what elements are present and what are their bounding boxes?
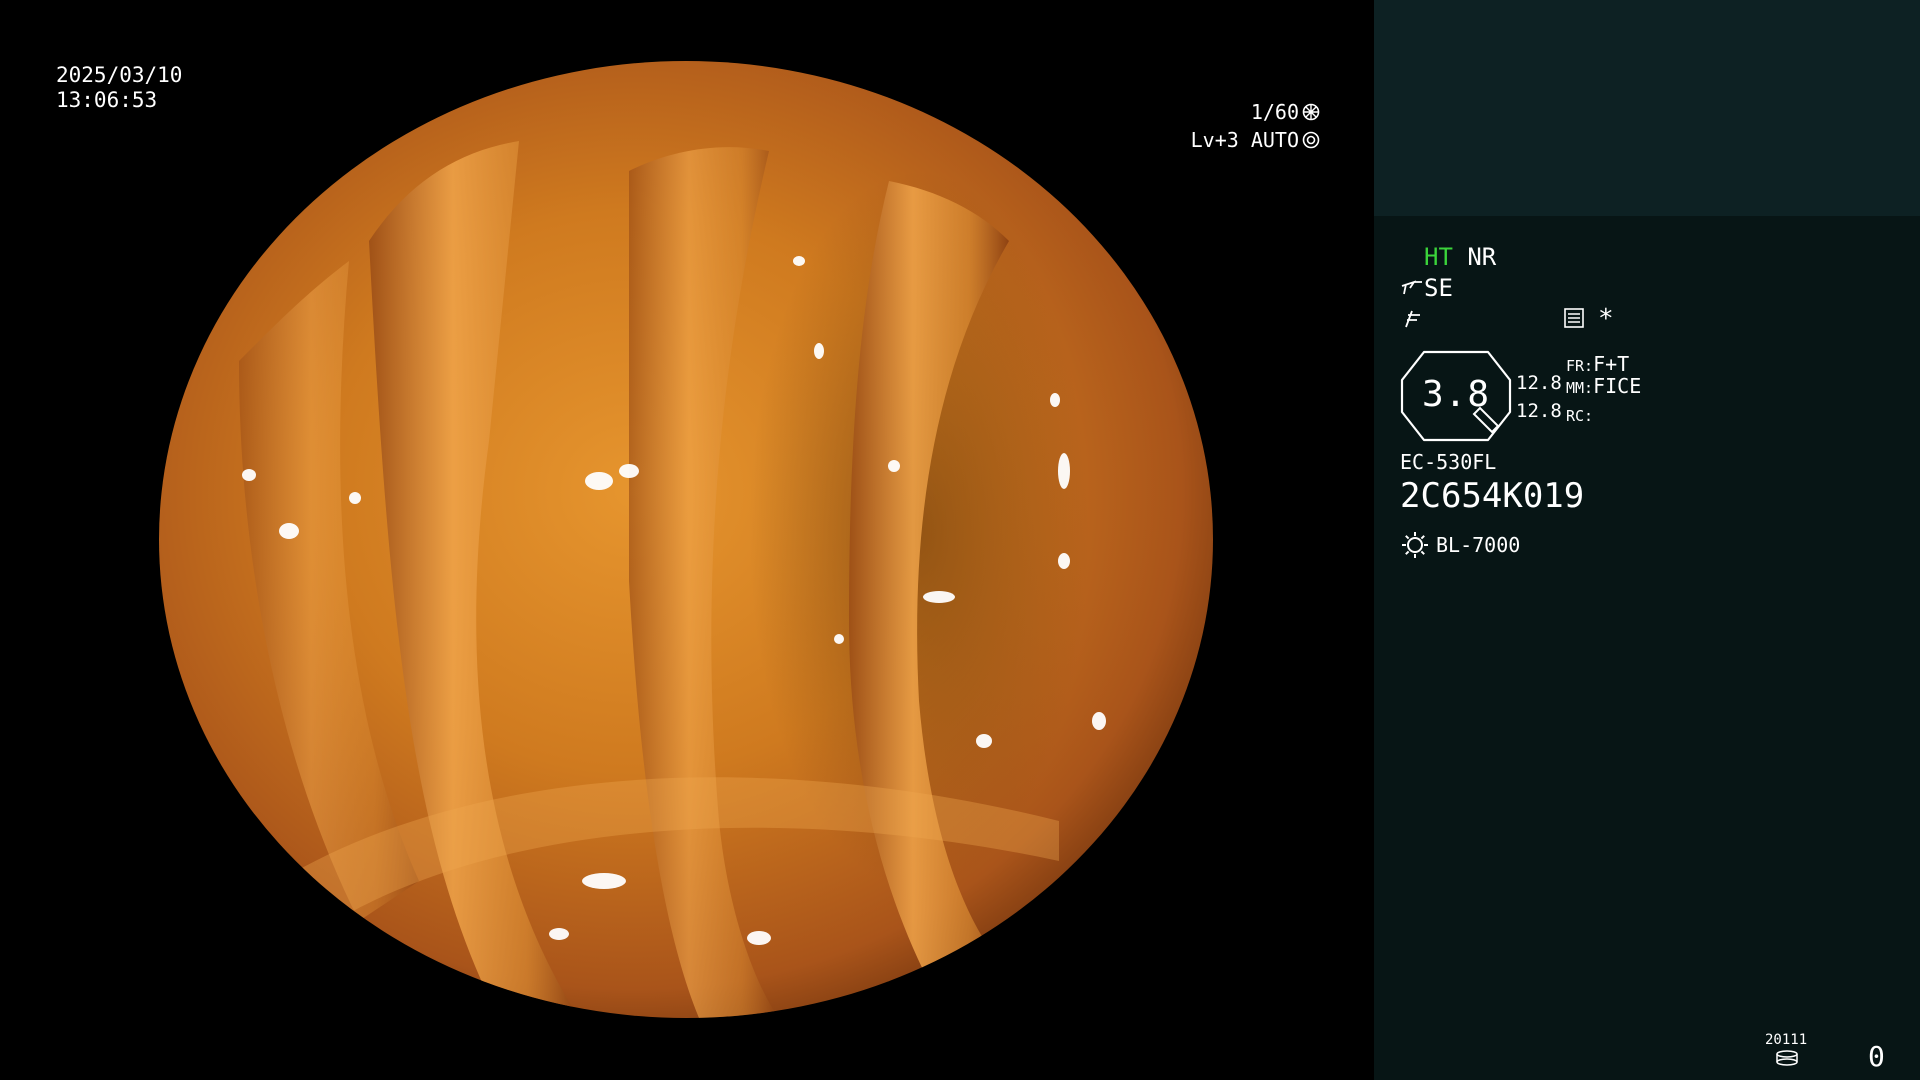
endoscope-view [159,61,1213,1018]
storage-code: 20111 [1765,1032,1808,1048]
se-tool-icon [1401,280,1422,295]
mm-value: FICE [1593,374,1642,398]
counter: 0 [1868,1040,1885,1073]
endoscopy-screen: 2025/03/10 13:06:53 1/60 Lv+3 AUTO HT NR [0,0,1920,1080]
light-source-row: BL-7000 [1400,530,1520,560]
storage-icon [1776,1050,1798,1066]
exposure-block: 1/60 Lv+3 AUTO [1180,98,1320,154]
menu-icon [1564,308,1584,328]
light-source-name: BL-7000 [1436,533,1521,557]
rc-row: RC: [1566,402,1593,426]
mm-label: MM: [1566,379,1594,397]
fr-row: FR:F+T [1566,352,1629,376]
value-bottom: 12.8 [1516,400,1562,422]
date-text: 2025/03/10 [56,63,183,87]
panel-header-area [1374,0,1920,216]
freeze-icon [1405,310,1420,328]
scope-model: EC-530FL [1400,450,1497,474]
fr-label: FR: [1566,357,1594,375]
exposure-level: Lv+3 AUTO [1190,128,1299,152]
light-icon [1402,532,1428,558]
mode-row: HT NR [1424,243,1496,271]
gauge-value: 3.8 [1421,374,1491,415]
se-indicator: SE [1424,274,1453,302]
mm-row: MM:FICE [1566,374,1641,398]
fr-value: F+T [1593,352,1630,376]
se-row: SE [1400,274,1453,302]
shutter-speed: 1/60 [1250,100,1299,124]
asterisk-indicator: * [1598,304,1614,334]
datetime-overlay: 2025/03/10 13:06:53 [56,63,182,113]
value-top: 12.8 [1516,372,1562,394]
time-text: 13:06:53 [56,88,158,112]
rc-label: RC: [1566,407,1594,425]
colon-image [159,61,1213,1018]
nr-indicator: NR [1467,243,1497,271]
iris-icon [1302,131,1320,149]
shutter-icon [1302,103,1320,121]
scope-serial: 2C654K019 [1400,476,1585,516]
ht-indicator: HT [1424,243,1453,271]
